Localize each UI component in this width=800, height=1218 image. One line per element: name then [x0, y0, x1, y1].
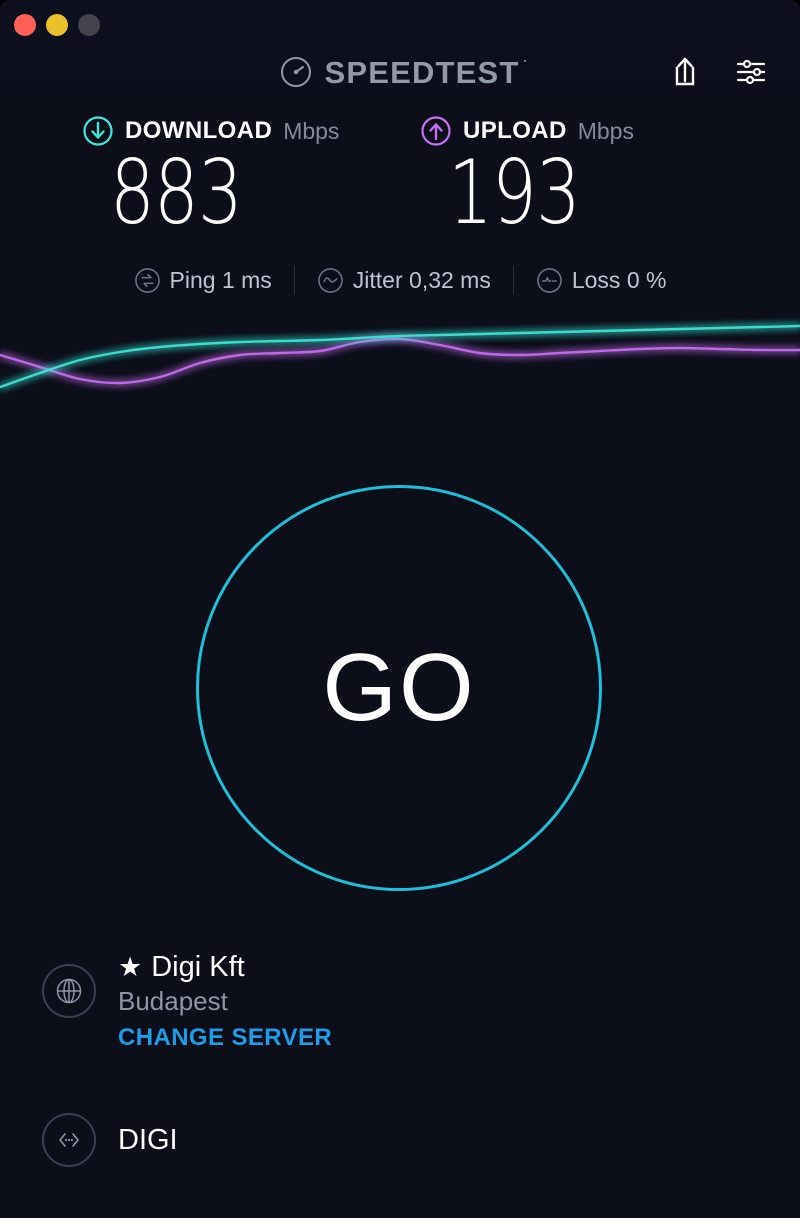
change-server-button[interactable]: CHANGE SERVER [118, 1020, 332, 1056]
stat-loss: Loss 0 % [514, 267, 689, 294]
server-details: ★ Digi Kft Budapest CHANGE SERVER [118, 950, 332, 1056]
stat-jitter: Jitter 0,32 ms [295, 267, 513, 294]
graph-line-download [0, 324, 800, 389]
download-result: DOWNLOAD Mbps 883 [60, 113, 400, 244]
window-controls [14, 14, 100, 36]
share-icon[interactable] [670, 55, 700, 89]
stat-loss-text: Loss 0 % [571, 266, 667, 293]
stat-ping: Ping 1 ms [112, 267, 294, 294]
star-icon: ★ [118, 951, 143, 982]
server-name-row: ★ Digi Kft [118, 950, 332, 984]
zoom-button[interactable] [78, 14, 100, 36]
connection-icon [42, 1113, 96, 1167]
minimize-button[interactable] [46, 14, 68, 36]
server-city: Budapest [118, 986, 228, 1017]
graph-line-upload [0, 337, 800, 385]
upload-value: 193 [448, 141, 581, 244]
upload-unit: Mbps [577, 117, 634, 144]
titlebar: SPEEDTEST · [0, 0, 800, 110]
isp-row[interactable]: DIGI [42, 1113, 178, 1167]
settings-sliders-icon[interactable] [736, 57, 768, 87]
titlebar-actions [670, 55, 768, 89]
go-button-ring[interactable] [196, 485, 602, 891]
download-label: DOWNLOAD [125, 117, 273, 144]
jitter-icon [317, 267, 343, 293]
brand-name: SPEEDTEST · [324, 54, 527, 90]
server-row[interactable]: ★ Digi Kft Budapest CHANGE SERVER [42, 950, 332, 1056]
trademark-mark: · [523, 53, 529, 68]
speedtest-window: SPEEDTEST · DOWNLOAD Mbps 883 UPLOAD Mbp… [0, 0, 800, 1218]
close-button[interactable] [14, 14, 36, 36]
speed-history-graph [0, 324, 800, 389]
upload-label: UPLOAD [463, 117, 567, 144]
download-unit: Mbps [283, 117, 340, 144]
isp-name: DIGI [118, 1123, 178, 1156]
stat-ping-text: Ping 1 ms [169, 266, 272, 293]
globe-icon [42, 964, 96, 1018]
speedometer-icon [281, 57, 312, 87]
upload-result: UPLOAD Mbps 193 [400, 113, 740, 244]
results-panel: DOWNLOAD Mbps 883 UPLOAD Mbps 193 [0, 113, 800, 244]
results-row: DOWNLOAD Mbps 883 UPLOAD Mbps 193 [0, 113, 800, 244]
brand-text: SPEEDTEST [324, 54, 520, 90]
stat-jitter-text: Jitter 0,32 ms [352, 266, 491, 293]
go-button[interactable]: GO [196, 485, 602, 891]
server-name: Digi Kft [151, 951, 245, 983]
download-value: 883 [110, 141, 243, 244]
connection-stats: Ping 1 ms Jitter 0,32 ms Loss 0 % [0, 260, 800, 300]
ping-icon [134, 267, 160, 293]
loss-icon [537, 267, 562, 293]
